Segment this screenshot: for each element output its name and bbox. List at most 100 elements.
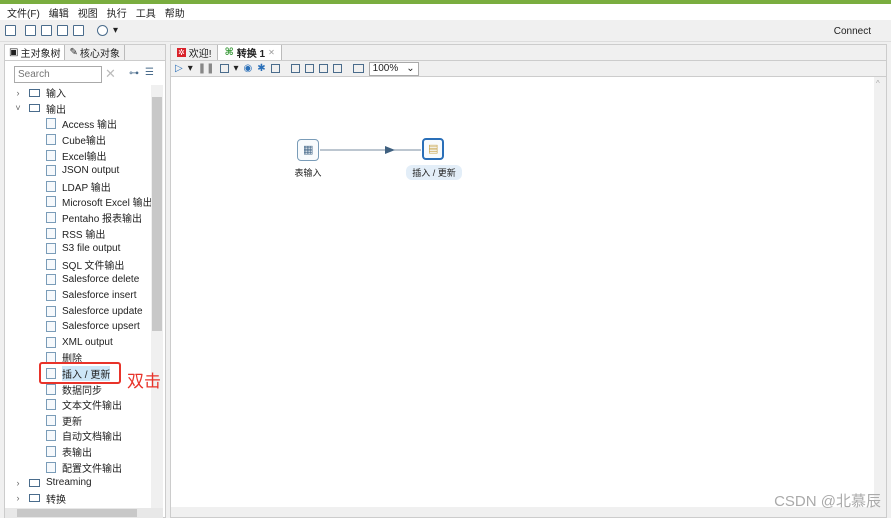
search-input[interactable] [14, 66, 102, 83]
table-icon: ▦ [303, 144, 314, 156]
impact-icon[interactable] [304, 64, 314, 73]
stop-icon[interactable] [219, 64, 229, 73]
chevron-down-icon[interactable]: ▾ [234, 63, 239, 74]
tree-item[interactable]: Salesforce insert [5, 288, 151, 304]
clear-icon[interactable]: ✕ [105, 66, 116, 82]
open-file-icon[interactable] [25, 25, 36, 36]
tree-horizontal-scrollbar[interactable] [5, 508, 163, 518]
preview-icon[interactable]: ◉ [244, 63, 253, 74]
step-type-icon [46, 243, 56, 255]
tree-folder-transform[interactable]: › 转换 [5, 490, 151, 506]
tree-item[interactable]: Microsoft Excel 输出 [5, 194, 153, 210]
tree-item[interactable]: XML output [5, 335, 151, 351]
tree-item[interactable]: 自动文档输出 [5, 428, 151, 444]
explore-db-icon[interactable] [332, 64, 342, 73]
save-icon[interactable] [57, 25, 68, 36]
tree-item[interactable]: Access 输出 [5, 116, 151, 132]
chevron-right-icon[interactable]: › [13, 478, 23, 488]
step-type-icon [46, 118, 56, 130]
explore-icon[interactable] [41, 25, 52, 36]
menu-view[interactable]: 视图 [78, 5, 98, 20]
canvas-vertical-scrollbar[interactable]: ^ [874, 77, 886, 507]
step-type-icon [46, 212, 56, 224]
menu-bar: 文件(F) 编辑 视图 执行 工具 帮助 [0, 4, 891, 20]
tree-item[interactable]: Salesforce update [5, 303, 151, 319]
step-type-icon [46, 165, 56, 177]
run-icon[interactable]: ▷ [175, 63, 183, 74]
step-type-icon [46, 274, 56, 286]
debug-icon[interactable]: ✱ [257, 63, 265, 74]
tree-folder-streaming[interactable]: › Streaming [5, 475, 151, 491]
chevron-down-icon[interactable]: ˅ [13, 103, 23, 113]
tree-item[interactable]: RSS 输出 [5, 225, 151, 241]
replay-icon[interactable] [270, 64, 280, 73]
tab-main-object-tree[interactable]: ▣ 主对象树 [5, 45, 66, 60]
step-type-icon [46, 196, 56, 208]
chevron-right-icon[interactable]: › [13, 88, 23, 98]
canvas[interactable]: ▦ 表输入 ▤ 插入 / 更新 [171, 77, 874, 507]
step-type-icon [46, 149, 56, 161]
step-type-icon [46, 180, 56, 192]
layers-icon[interactable] [97, 25, 108, 36]
tree-folder-input[interactable]: › 输入 [5, 85, 151, 101]
tab-core-objects[interactable]: ✎ 核心对象 [65, 45, 125, 60]
grid-icon[interactable] [352, 64, 364, 73]
tree-item[interactable]: Cube输出 [5, 132, 151, 148]
step-table-input[interactable]: ▦ [297, 139, 319, 161]
arrow-head [385, 146, 395, 154]
tree-vertical-scrollbar[interactable] [151, 85, 163, 508]
step-label: 插入 / 更新 [406, 165, 462, 180]
step-type-icon [46, 430, 56, 442]
chevron-down-icon[interactable]: ▾ [113, 25, 118, 36]
tree-item[interactable]: Salesforce upsert [5, 319, 151, 335]
menu-edit[interactable]: 编辑 [49, 5, 69, 20]
verify-icon[interactable] [290, 64, 300, 73]
tree-item[interactable]: SQL 文件输出 [5, 257, 151, 273]
step-insert-update[interactable]: ▤ [422, 138, 444, 160]
menu-help[interactable]: 帮助 [165, 5, 185, 20]
menu-tools[interactable]: 工具 [136, 5, 156, 20]
tree-item[interactable]: Excel输出 [5, 147, 151, 163]
chevron-down-icon[interactable]: ▾ [188, 63, 193, 74]
pause-icon[interactable]: ❚❚ [198, 63, 215, 74]
tree-item[interactable]: 表输出 [5, 444, 151, 460]
expand-tree-icon[interactable]: ⊶ [129, 68, 139, 79]
scrollbar-thumb[interactable] [17, 509, 137, 517]
tree-item[interactable]: JSON output [5, 163, 151, 179]
menu-file[interactable]: 文件(F) [7, 5, 40, 20]
tree-item[interactable]: 文本文件输出 [5, 397, 151, 413]
chevron-right-icon[interactable]: › [13, 493, 23, 503]
tab-transform-1[interactable]: ⌘ 转换 1 ✕ [218, 45, 282, 60]
tree-item[interactable]: 更新 [5, 412, 151, 428]
transform-icon: ⌘ [224, 47, 234, 58]
transform-toolbar: ▷ ▾ ❚❚ ▾ ◉ ✱ 100% ⌄ [171, 61, 886, 77]
highlight-box [39, 362, 121, 384]
left-panel: ▣主对象树 ✎核心对象 ✕ ⊶ ☰ ›输入 ˅输出 Access 输出Cube输… [4, 44, 166, 518]
menu-run[interactable]: 执行 [107, 5, 127, 20]
pencil-icon: ✎ [69, 47, 78, 58]
hop-connector[interactable] [171, 77, 874, 507]
step-type-icon [46, 290, 56, 302]
tab-welcome[interactable]: ✲ 欢迎! [171, 45, 219, 60]
close-icon[interactable]: ✕ [268, 48, 275, 57]
folder-icon [29, 478, 40, 487]
zoom-select[interactable]: 100% ⌄ [368, 61, 419, 76]
tree-item[interactable]: 配置文件输出 [5, 459, 151, 475]
connect-button[interactable]: Connect [834, 26, 871, 37]
chevron-up-icon[interactable]: ^ [876, 79, 880, 88]
tree-item[interactable]: Pentaho 报表输出 [5, 210, 151, 226]
main-toolbar: ▾ [0, 20, 891, 42]
scrollbar-thumb[interactable] [152, 97, 162, 331]
tree-item[interactable]: Salesforce delete [5, 272, 151, 288]
tree-item[interactable]: LDAP 输出 [5, 179, 151, 195]
step-type-icon [46, 336, 56, 348]
double-click-annotation: 双击 [127, 372, 161, 391]
step-type-icon [46, 461, 56, 473]
new-file-icon[interactable] [5, 25, 16, 36]
list-icon[interactable]: ☰ [145, 67, 154, 78]
tree-item[interactable]: S3 file output [5, 241, 151, 257]
chevron-down-icon: ⌄ [406, 63, 415, 74]
save-as-icon[interactable] [73, 25, 84, 36]
tree-folder-output[interactable]: ˅ 输出 [5, 101, 151, 117]
sql-icon[interactable] [318, 64, 328, 73]
